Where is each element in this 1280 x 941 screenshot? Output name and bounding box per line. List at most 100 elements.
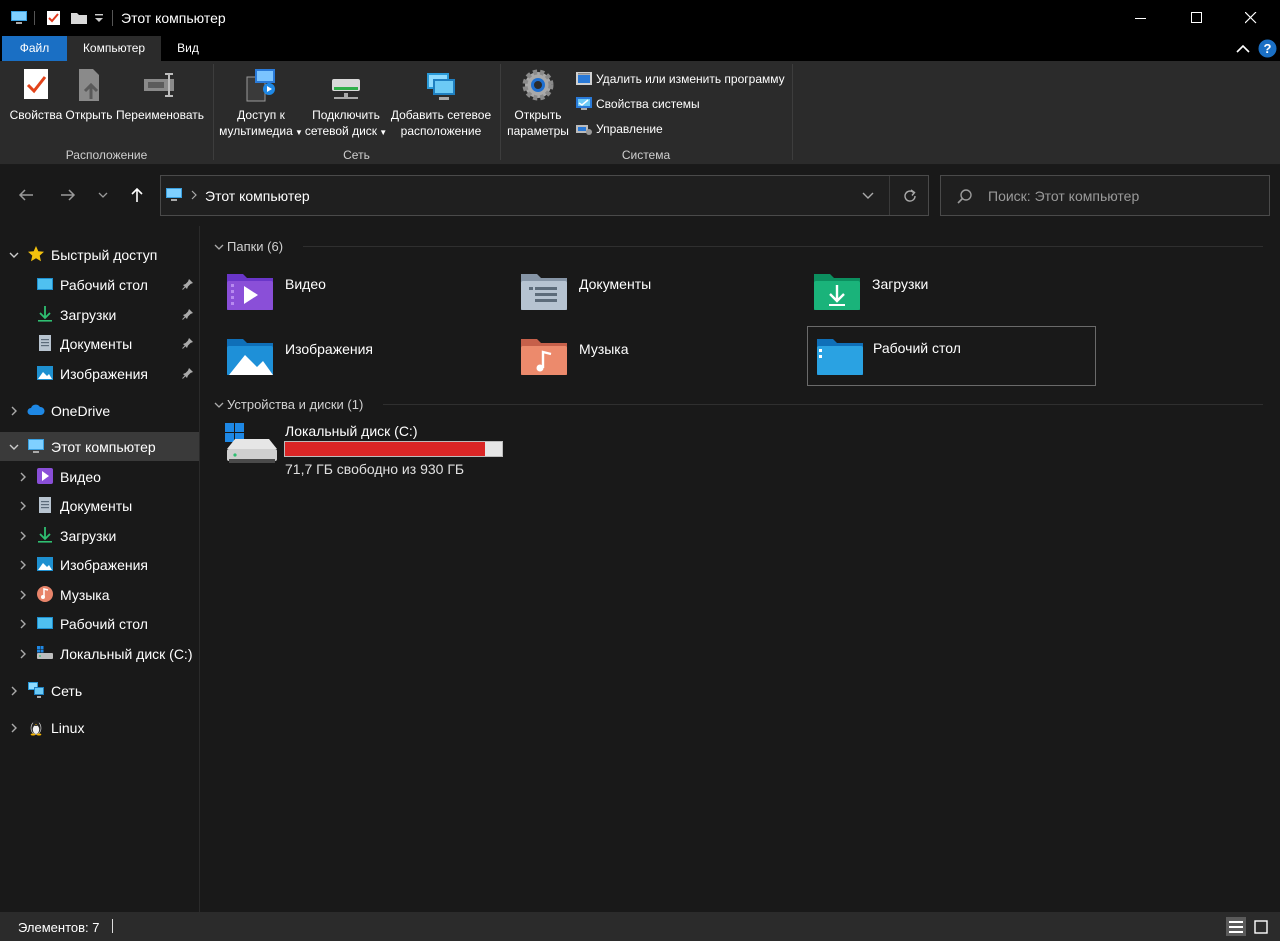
search-icon	[957, 189, 972, 204]
media-access-button[interactable]: Доступ к мультимедиа ▼	[218, 67, 304, 141]
chevron-right-icon[interactable]	[17, 618, 29, 630]
chevron-right-icon[interactable]	[8, 405, 20, 417]
up-button[interactable]	[123, 181, 151, 209]
address-bar[interactable]: Этот компьютер	[160, 175, 929, 216]
sidebar-item-documents-pc[interactable]: Документы	[0, 491, 199, 520]
rename-label: Переименовать	[116, 108, 204, 122]
breadcrumb-chevron-icon[interactable]	[190, 190, 198, 200]
sidebar-item-desktop-pc[interactable]: Рабочий стол	[0, 609, 199, 638]
details-view-button[interactable]	[1226, 917, 1246, 936]
help-icon[interactable]: ?	[1258, 39, 1277, 61]
properties-quick-icon[interactable]	[46, 8, 62, 28]
this-pc-label: Этот компьютер	[51, 438, 156, 455]
folder-tile-music[interactable]: Музыка	[495, 329, 785, 389]
star-icon	[28, 246, 44, 262]
sidebar-item-downloads-pc[interactable]: Загрузки	[0, 521, 199, 550]
this-pc-icon	[166, 188, 182, 201]
tab-file[interactable]: Файл	[2, 36, 67, 61]
manage-button[interactable]: Управление	[575, 120, 663, 138]
pin-icon[interactable]	[182, 337, 194, 349]
chevron-right-icon[interactable]	[17, 500, 29, 512]
large-icons-view-button[interactable]	[1251, 917, 1271, 936]
sidebar-item-documents[interactable]: Документы	[0, 329, 199, 358]
app-icon[interactable]	[10, 8, 28, 28]
chevron-right-icon[interactable]	[17, 648, 29, 660]
search-placeholder: Поиск: Этот компьютер	[988, 188, 1140, 204]
back-button[interactable]	[12, 181, 40, 209]
chevron-right-icon[interactable]	[8, 722, 20, 734]
devices-group-title: Устройства и диски (1)	[227, 397, 364, 412]
chevron-down-icon[interactable]	[8, 441, 20, 453]
map-network-drive-button[interactable]: Подключить сетевой диск ▼	[304, 67, 388, 141]
folder-tile-videos[interactable]: Видео	[201, 264, 491, 324]
address-path[interactable]: Этот компьютер	[205, 188, 310, 204]
properties-button[interactable]: Свойства	[8, 67, 64, 123]
sidebar-item-linux[interactable]: Linux	[0, 713, 199, 742]
uninstall-program-label: Удалить или изменить программу	[596, 72, 785, 86]
folder-tile-documents[interactable]: Документы	[495, 264, 785, 324]
search-box[interactable]: Поиск: Этот компьютер	[940, 175, 1270, 216]
rename-button[interactable]: Переименовать	[114, 67, 206, 123]
address-history-chevron-icon[interactable]	[862, 192, 874, 200]
sidebar-item-label: Локальный диск (C:)	[60, 645, 193, 662]
media-access-icon	[246, 69, 275, 102]
folder-label: Документы	[579, 276, 652, 292]
recent-locations-button[interactable]	[89, 181, 117, 209]
close-button[interactable]	[1228, 0, 1274, 36]
group-separator	[500, 64, 501, 160]
tab-computer[interactable]: Компьютер	[67, 36, 161, 61]
collapse-ribbon-icon[interactable]	[1236, 42, 1250, 57]
chevron-right-icon[interactable]	[17, 471, 29, 483]
sidebar-item-local-disk[interactable]: Локальный диск (C:)	[0, 639, 199, 668]
forward-button[interactable]	[54, 181, 82, 209]
chevron-right-icon[interactable]	[17, 559, 29, 571]
programs-icon	[576, 72, 592, 85]
drive-tile-local-disk[interactable]: Локальный диск (C:) 71,7 ГБ свободно из …	[225, 423, 525, 485]
chevron-down-icon[interactable]	[213, 242, 225, 252]
sidebar-item-label: Рабочий стол	[60, 276, 148, 293]
open-settings-button[interactable]: Открыть параметры	[504, 67, 572, 139]
pin-icon[interactable]	[182, 308, 194, 320]
network-location-icon	[427, 73, 455, 100]
sidebar-item-music[interactable]: Музыка	[0, 580, 199, 609]
minimize-button[interactable]	[1118, 0, 1164, 36]
open-settings-label-1: Открыть	[514, 108, 562, 122]
pin-icon[interactable]	[182, 278, 194, 290]
customize-toolbar-icon[interactable]	[94, 8, 104, 28]
system-properties-button[interactable]: Свойства системы	[575, 95, 700, 113]
devices-group-header[interactable]: Устройства и диски (1)	[213, 397, 1273, 412]
sidebar-item-pictures[interactable]: Изображения	[0, 359, 199, 388]
folder-tile-downloads[interactable]: Загрузки	[788, 264, 1078, 324]
sidebar-item-label: Загрузки	[60, 527, 117, 544]
sidebar-item-desktop[interactable]: Рабочий стол	[0, 270, 199, 299]
tab-view[interactable]: Вид	[167, 36, 209, 61]
uninstall-program-button[interactable]: Удалить или изменить программу	[575, 70, 785, 88]
group-divider	[383, 404, 1263, 405]
linux-penguin-icon	[30, 720, 42, 736]
folders-group-header[interactable]: Папки (6)	[213, 239, 1273, 254]
open-button[interactable]: Открыть	[64, 67, 114, 123]
chevron-right-icon[interactable]	[17, 589, 29, 601]
refresh-icon[interactable]	[902, 188, 918, 204]
sidebar-item-this-pc[interactable]: Этот компьютер	[0, 432, 199, 461]
status-bar: Элементов: 7	[0, 912, 1280, 941]
sidebar-item-quick-access[interactable]: Быстрый доступ	[0, 240, 199, 269]
folder-tile-pictures[interactable]: Изображения	[201, 329, 491, 389]
sidebar-item-videos[interactable]: Видео	[0, 462, 199, 491]
sidebar-item-downloads[interactable]: Загрузки	[0, 300, 199, 329]
new-folder-quick-icon[interactable]	[70, 8, 88, 28]
group-separator	[792, 64, 793, 160]
pin-icon[interactable]	[182, 367, 194, 379]
network-label: Сеть	[51, 682, 83, 699]
sidebar-item-pictures-pc[interactable]: Изображения	[0, 550, 199, 579]
chevron-right-icon[interactable]	[8, 685, 20, 697]
add-network-location-button[interactable]: Добавить сетевое расположение	[388, 67, 494, 139]
maximize-button[interactable]	[1174, 0, 1220, 36]
sidebar-item-network[interactable]: Сеть	[0, 676, 199, 705]
sidebar-item-onedrive[interactable]: OneDrive	[0, 396, 199, 425]
chevron-down-icon[interactable]	[213, 400, 225, 410]
chevron-down-icon[interactable]	[8, 249, 20, 261]
folder-label: Видео	[285, 276, 326, 292]
chevron-right-icon[interactable]	[17, 530, 29, 542]
folder-tile-desktop[interactable]: Рабочий стол	[807, 326, 1096, 386]
